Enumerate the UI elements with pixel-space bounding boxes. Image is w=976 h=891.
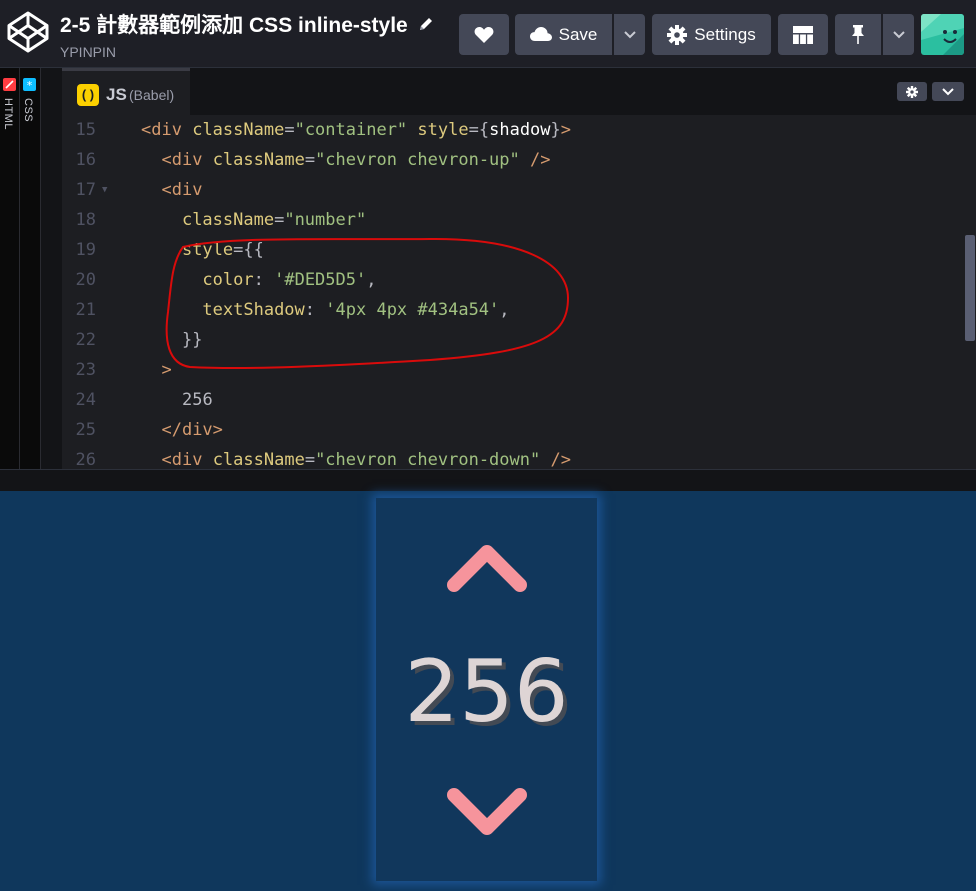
pen-author[interactable]: YPINPIN	[60, 44, 434, 60]
js-preprocessor-label: (Babel)	[129, 87, 175, 103]
html-tab-label: HTML	[2, 98, 14, 130]
fold-arrow-icon[interactable]: ▼	[102, 175, 107, 205]
settings-button-label: Settings	[694, 24, 756, 44]
chevron-down-icon	[942, 87, 954, 95]
line-number: 21	[75, 300, 96, 320]
code-text: }}	[181, 330, 203, 350]
pin-options-button[interactable]	[883, 14, 914, 55]
pen-title[interactable]: 2-5 計數器範例添加 CSS inline-style	[60, 9, 408, 39]
chevron-up-icon[interactable]	[446, 543, 528, 595]
chevron-down-icon	[623, 30, 636, 38]
editor-preview-resizer[interactable]	[0, 469, 976, 491]
code-text: <div className="container" style={shadow…	[141, 120, 572, 140]
line-number: 16	[75, 150, 96, 170]
line-number: 23	[75, 360, 96, 380]
line-number: 19	[75, 240, 96, 260]
svg-text:*: *	[27, 79, 33, 91]
css-editor-collapsed-tab[interactable]: * CSS	[20, 68, 41, 469]
layout-button[interactable]	[778, 14, 828, 55]
css-badge-icon: *	[23, 78, 36, 92]
codepen-logo-icon[interactable]	[6, 10, 50, 54]
cloud-icon	[529, 27, 552, 41]
heart-icon	[474, 26, 494, 43]
editor-area: HTML * CSS ( ) JS (Babel) 15 <div classN…	[0, 68, 976, 469]
counter-number: 256	[404, 642, 569, 742]
js-tab-label: JS	[106, 85, 127, 104]
code-editor[interactable]: 15 <div className="container" style={shad…	[62, 115, 962, 469]
pin-button[interactable]	[835, 14, 881, 55]
counter-container: 256	[376, 498, 597, 881]
pen-title-block: 2-5 計數器範例添加 CSS inline-style YPINPIN	[60, 9, 434, 60]
line-number: 20	[75, 270, 96, 290]
code-text: textShadow: '4px 4px #434a54',	[202, 300, 510, 320]
line-number: 24	[75, 390, 96, 410]
gear-icon	[906, 85, 918, 98]
line-number: 18	[75, 210, 96, 230]
code-text: 256	[181, 390, 213, 410]
save-options-button[interactable]	[614, 14, 645, 55]
chevron-down-icon[interactable]	[446, 785, 528, 837]
edit-pencil-icon[interactable]	[418, 16, 434, 32]
save-button-label: Save	[558, 24, 598, 44]
settings-button[interactable]: Settings	[652, 14, 771, 55]
js-editor-tabbar: ( ) JS (Babel)	[62, 68, 976, 115]
code-text: className="number"	[181, 210, 367, 230]
save-button[interactable]: Save	[515, 14, 612, 55]
line-number: 15	[75, 120, 96, 140]
code-text: <div	[161, 180, 203, 200]
editor-options-button[interactable]	[932, 82, 964, 101]
love-button[interactable]	[459, 14, 509, 55]
code-text: </div>	[161, 420, 223, 440]
layout-icon	[793, 25, 813, 44]
js-editor-tab[interactable]: ( ) JS (Babel)	[62, 68, 190, 115]
editor-settings-button[interactable]	[897, 82, 927, 101]
js-editor-panel: ( ) JS (Babel) 15 <div className="contai…	[62, 68, 976, 469]
babel-icon: ( )	[77, 84, 99, 106]
code-text: <div className="chevron chevron-down" />	[161, 450, 571, 469]
html-badge-icon	[3, 78, 16, 91]
code-text: <div className="chevron chevron-up" />	[161, 150, 551, 170]
editor-scrollbar-thumb[interactable]	[965, 235, 975, 341]
line-number: 22	[75, 330, 96, 350]
line-number: 17	[75, 180, 96, 200]
code-text: >	[161, 360, 172, 380]
chevron-down-icon	[892, 30, 905, 38]
line-number: 25	[75, 420, 96, 440]
html-editor-collapsed-tab[interactable]: HTML	[0, 68, 20, 469]
pin-icon	[852, 24, 864, 44]
css-tab-label: CSS	[22, 98, 34, 123]
code-text: style={{	[181, 240, 264, 260]
gear-icon	[667, 24, 688, 45]
code-text: color: '#DED5D5',	[202, 270, 377, 290]
line-number: 26	[75, 450, 96, 469]
result-preview: 256	[0, 491, 976, 891]
user-avatar[interactable]	[921, 14, 964, 55]
app-header: 2-5 計數器範例添加 CSS inline-style YPINPIN Sav…	[0, 0, 976, 68]
